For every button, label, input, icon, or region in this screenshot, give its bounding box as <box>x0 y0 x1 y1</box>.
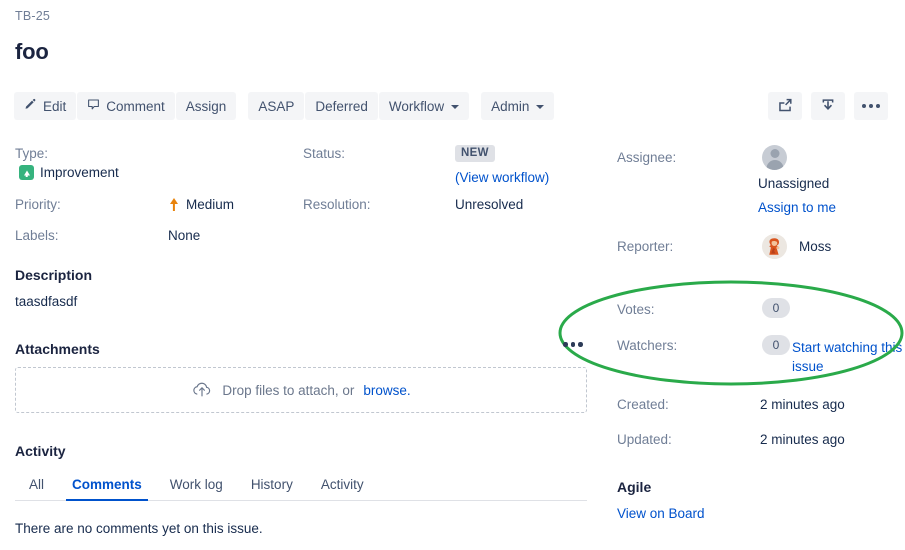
issue-action-toolbar: Edit Comment Assign ASAP Deferred Workfl… <box>14 92 566 120</box>
tab-work-log[interactable]: Work log <box>156 477 237 500</box>
assign-button[interactable]: Assign <box>175 92 237 120</box>
votes-count[interactable]: 0 <box>762 298 790 318</box>
deferred-button[interactable]: Deferred <box>305 92 378 120</box>
assignee-avatar[interactable] <box>762 145 787 170</box>
share-export-icon <box>777 97 793 116</box>
comment-label: Comment <box>106 98 165 114</box>
priority-value: Medium <box>168 197 234 212</box>
reporter-avatar[interactable] <box>762 234 787 259</box>
type-value-text: Improvement <box>40 165 119 180</box>
priority-up-arrow-icon <box>168 198 179 211</box>
reporter-name: Moss <box>799 239 832 254</box>
workflow-dropdown-button[interactable]: Workflow <box>378 92 470 120</box>
view-on-board-link[interactable]: View on Board <box>617 506 705 521</box>
admin-label: Admin <box>491 98 530 114</box>
asap-button[interactable]: ASAP <box>248 92 305 120</box>
assign-to-me-link[interactable]: Assign to me <box>758 200 836 215</box>
issue-toolbar-right <box>768 92 888 120</box>
breadcrumb[interactable]: TB-25 <box>15 9 50 23</box>
tab-activity[interactable]: Activity <box>307 477 378 500</box>
assign-label: Assign <box>185 98 227 114</box>
watchers-label: Watchers: <box>617 338 678 353</box>
import-download-button[interactable] <box>811 92 845 120</box>
annotation-ellipse-highlight <box>558 280 904 386</box>
agile-heading: Agile <box>617 479 652 495</box>
attachment-dropzone[interactable]: Drop files to attach, or browse. <box>15 367 587 413</box>
browse-link[interactable]: browse. <box>363 383 410 398</box>
reporter-label: Reporter: <box>617 239 674 254</box>
annotation-dots-marker <box>563 342 583 347</box>
asap-label: ASAP <box>258 98 295 114</box>
comment-button[interactable]: Comment <box>77 92 175 120</box>
chevron-down-icon <box>536 105 545 109</box>
edit-button[interactable]: Edit <box>14 92 77 120</box>
improvement-icon <box>19 165 34 180</box>
primary-actions-group: Edit Comment Assign <box>14 92 237 120</box>
assignee-label: Assignee: <box>617 150 677 165</box>
more-actions-button[interactable] <box>854 92 888 120</box>
activity-tabs: All Comments Work log History Activity <box>15 470 587 501</box>
attachments-heading: Attachments <box>15 341 100 357</box>
status-badge[interactable]: NEW <box>455 145 495 162</box>
pencil-icon <box>24 98 37 114</box>
share-export-button[interactable] <box>768 92 802 120</box>
watchers-count[interactable]: 0 <box>762 335 790 355</box>
labels-label: Labels: <box>15 228 59 243</box>
type-value: Improvement <box>19 165 119 180</box>
tab-history[interactable]: History <box>237 477 307 500</box>
description-body: taasdfasdf <box>15 294 78 309</box>
updated-label: Updated: <box>617 432 672 447</box>
created-value: 2 minutes ago <box>760 397 845 412</box>
start-watching-link[interactable]: Start watching this issue <box>792 338 904 376</box>
status-value: NEW <box>455 144 495 162</box>
watchers-count-container: 0 <box>762 335 790 355</box>
priority-value-text: Medium <box>186 197 235 212</box>
chevron-down-icon <box>451 105 460 109</box>
activity-heading: Activity <box>15 443 66 459</box>
speech-bubble-icon <box>87 98 100 114</box>
votes-label: Votes: <box>617 302 655 317</box>
assignee-name: Unassigned <box>758 176 830 191</box>
cloud-upload-icon <box>191 380 213 401</box>
view-workflow-link[interactable]: (View workflow) <box>455 170 549 185</box>
tab-comments[interactable]: Comments <box>58 477 156 501</box>
avatar-body <box>766 160 783 170</box>
votes-count-container: 0 <box>762 298 790 318</box>
updated-value: 2 minutes ago <box>760 432 845 447</box>
dropzone-text: Drop files to attach, or <box>222 382 355 398</box>
created-label: Created: <box>617 397 669 412</box>
priority-label: Priority: <box>15 197 61 212</box>
description-heading: Description <box>15 267 93 283</box>
more-actions-icon <box>862 104 880 108</box>
admin-dropdown-button[interactable]: Admin <box>481 92 555 120</box>
resolution-value: Unresolved <box>455 197 524 212</box>
workflow-transitions-group: ASAP Deferred Workflow <box>248 92 470 120</box>
labels-value: None <box>168 228 201 243</box>
import-download-icon <box>820 97 836 116</box>
deferred-label: Deferred <box>315 98 368 114</box>
page-title: foo <box>15 39 49 64</box>
avatar-head <box>770 149 779 158</box>
workflow-label: Workflow <box>388 98 445 114</box>
status-label: Status: <box>303 146 346 161</box>
admin-group: Admin <box>481 92 555 120</box>
resolution-label: Resolution: <box>303 197 371 212</box>
tab-all[interactable]: All <box>15 477 58 500</box>
no-comments-message: There are no comments yet on this issue. <box>15 521 263 536</box>
edit-label: Edit <box>43 98 67 114</box>
type-label: Type: <box>15 146 49 161</box>
